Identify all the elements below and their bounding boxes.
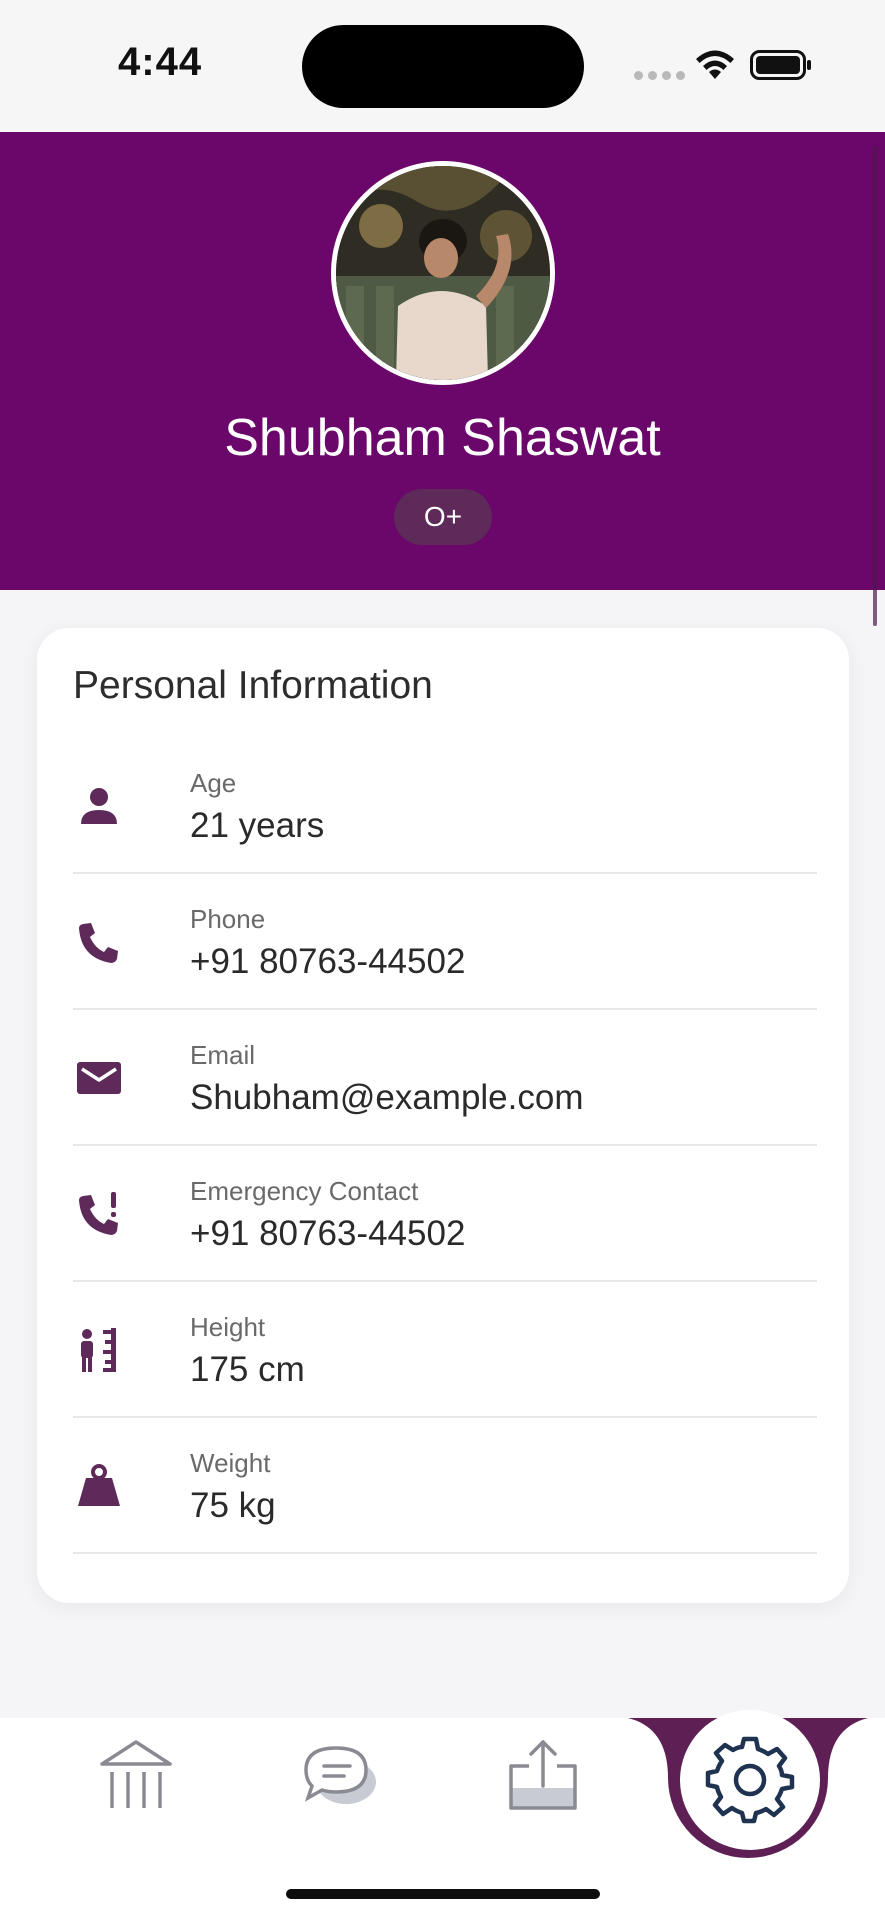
avatar[interactable] xyxy=(331,161,555,385)
info-row-age: Age 21 years xyxy=(73,738,817,874)
cellular-signal-icon xyxy=(634,71,685,80)
person-icon xyxy=(81,788,117,824)
tab-home[interactable] xyxy=(96,1736,176,1816)
home-indicator[interactable] xyxy=(286,1889,600,1899)
info-row-emergency-contact: Emergency Contact +91 80763-44502 xyxy=(73,1146,817,1282)
info-value: 21 years xyxy=(190,806,325,845)
info-value[interactable]: +91 80763-44502 xyxy=(190,942,465,982)
emergency-phone-icon xyxy=(79,1192,118,1235)
profile-name: Shubham Shaswat xyxy=(224,409,661,467)
battery-icon xyxy=(750,50,811,80)
bank-icon xyxy=(100,1740,172,1808)
gear-icon xyxy=(705,1736,795,1824)
dynamic-island xyxy=(302,25,584,108)
height-icon xyxy=(81,1328,116,1372)
personal-info-card: Personal Information Age 21 years Phone … xyxy=(37,628,849,1603)
status-time: 4:44 xyxy=(118,40,203,84)
upload-icon xyxy=(509,1740,577,1810)
tab-chat[interactable] xyxy=(300,1736,380,1816)
wifi-icon xyxy=(696,50,734,79)
info-row-weight: Weight 75 kg xyxy=(73,1418,817,1554)
info-label: Email xyxy=(190,1040,256,1070)
blood-group-badge: O+ xyxy=(394,489,492,545)
phone-icon xyxy=(79,923,118,963)
info-label: Age xyxy=(190,768,237,798)
info-row-phone: Phone +91 80763-44502 xyxy=(73,874,817,1010)
chat-icon xyxy=(304,1746,376,1804)
tab-upload[interactable] xyxy=(503,1736,583,1816)
info-value: 75 kg xyxy=(190,1486,276,1525)
scrollbar[interactable] xyxy=(873,146,877,626)
info-label: Emergency Contact xyxy=(190,1176,419,1206)
info-label: Height xyxy=(190,1312,266,1342)
info-label: Weight xyxy=(190,1448,271,1478)
info-value: 175 cm xyxy=(190,1350,305,1389)
card-title: Personal Information xyxy=(73,664,433,707)
weight-icon xyxy=(78,1464,120,1506)
mail-icon xyxy=(77,1062,121,1094)
info-value[interactable]: Shubham@example.com xyxy=(190,1078,584,1118)
info-row-email: Email Shubham@example.com xyxy=(73,1010,817,1146)
info-label: Phone xyxy=(190,904,266,934)
avatar-photo xyxy=(336,166,550,380)
status-bar: 4:44 xyxy=(0,0,885,132)
info-value[interactable]: +91 80763-44502 xyxy=(190,1214,465,1254)
info-row-height: Height 175 cm xyxy=(73,1282,817,1418)
